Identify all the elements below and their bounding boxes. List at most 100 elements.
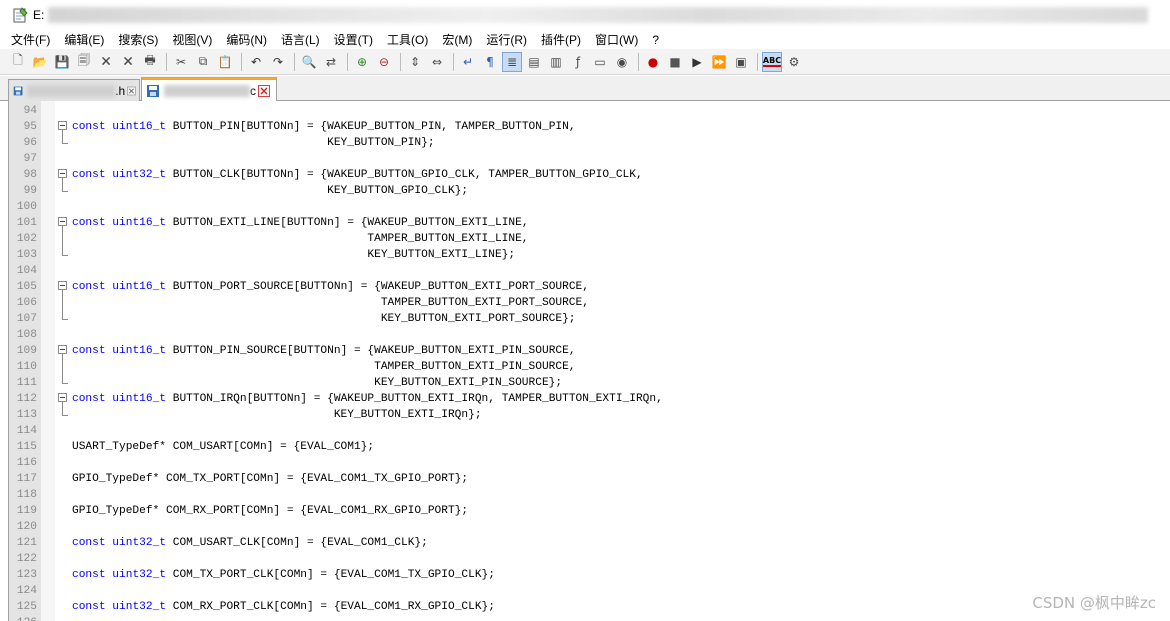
type-token: uint32_t <box>112 537 167 549</box>
code-line: 106 TAMPER_BUTTON_EXTI_PORT_SOURCE, <box>9 295 1170 311</box>
stop-macro-icon: ■ <box>669 54 681 69</box>
code-line: 101 const uint16_t BUTTON_EXTI_LINE[BUTTO… <box>9 215 1170 231</box>
show-all-chars-button[interactable]: ¶ <box>480 52 500 72</box>
plugin-button[interactable]: ⚙ <box>784 52 804 72</box>
menu-item[interactable]: 视图(V) <box>165 31 219 48</box>
folder-workspace-icon: ▭ <box>594 54 606 69</box>
word-wrap-button[interactable]: ↵ <box>458 52 478 72</box>
code-line: 94 <box>9 103 1170 119</box>
keyword-token: const <box>72 345 106 357</box>
open-file-button[interactable]: 📂 <box>30 52 50 72</box>
close-tab-icon[interactable] <box>127 85 136 97</box>
save-macro-button[interactable]: ▣ <box>731 52 751 72</box>
find-button[interactable]: 🔍 <box>299 52 319 72</box>
code-rest: COM_RX_PORT_CLK[COMn] = {EVAL_COM1_RX_GP… <box>166 601 495 613</box>
code-text: KEY_BUTTON_EXTI_PORT_SOURCE}; <box>72 311 576 327</box>
title-bar: E: <box>0 0 1170 31</box>
code-text: const uint16_t BUTTON_IRQn[BUTTONn] = {W… <box>72 391 663 407</box>
code-rest: BUTTON_PORT_SOURCE[BUTTONn] = {WAKEUP_BU… <box>166 281 589 293</box>
menu-item[interactable]: 宏(M) <box>435 31 479 48</box>
word-wrap-icon: ↵ <box>462 54 474 69</box>
redacted-filename <box>164 85 250 98</box>
indent-guide-button[interactable]: ≣ <box>502 51 522 72</box>
stop-macro-button[interactable]: ■ <box>665 52 685 72</box>
menu-item[interactable]: 语言(L) <box>274 31 327 48</box>
record-macro-button[interactable]: ● <box>643 52 663 72</box>
line-number: 118 <box>16 489 37 501</box>
type-token: uint16_t <box>112 217 167 229</box>
keyword-token: const <box>72 281 106 293</box>
menu-item[interactable]: 插件(P) <box>534 31 588 48</box>
line-number: 101 <box>16 217 37 229</box>
watermark: CSDN @枫中眸zc <box>1032 594 1156 612</box>
zoom-out-button[interactable]: ⊖ <box>374 52 394 72</box>
code-line: 124 <box>9 583 1170 599</box>
run-macro-multiple-button[interactable]: ⏩ <box>709 52 729 72</box>
undo-button[interactable]: ↶ <box>246 52 266 72</box>
redo-button[interactable]: ↷ <box>268 52 288 72</box>
close-button[interactable]: 🗙 <box>96 52 116 72</box>
type-token: uint16_t <box>112 121 167 133</box>
code-text: const uint16_t BUTTON_PIN[BUTTONn] = {WA… <box>72 119 576 135</box>
menu-item[interactable]: 文件(F) <box>4 31 57 48</box>
paste-button[interactable]: 📋 <box>215 52 235 72</box>
tab-source-file[interactable]: c <box>141 77 277 101</box>
save-all-button[interactable]: 🗐 <box>74 52 94 72</box>
keyword-token: const <box>72 601 106 613</box>
menu-item[interactable]: 工具(O) <box>380 31 435 48</box>
sync-horizontal-button[interactable]: ⇔ <box>427 52 447 72</box>
code-line: 114 <box>9 423 1170 439</box>
monitoring-button[interactable]: ◉ <box>612 52 632 72</box>
doc-map-button[interactable]: ▥ <box>546 52 566 72</box>
fold-toggle-icon[interactable] <box>58 345 67 354</box>
fold-toggle-icon[interactable] <box>58 217 67 226</box>
fold-line <box>62 359 63 375</box>
line-number: 115 <box>16 441 37 453</box>
play-macro-button[interactable]: ▶ <box>687 52 707 72</box>
code-editor[interactable]: 94 95 const uint16_t BUTTON_PIN[BUTTONn] =… <box>8 101 1170 621</box>
line-number: 105 <box>16 281 37 293</box>
fold-end-marker <box>62 247 68 256</box>
code-line: 99 KEY_BUTTON_GPIO_CLK}; <box>9 183 1170 199</box>
save-button[interactable]: 💾 <box>52 52 72 72</box>
menu-item[interactable]: 设置(T) <box>327 31 380 48</box>
tab-bar: .h c <box>0 76 1170 101</box>
fold-toggle-icon[interactable] <box>58 169 67 178</box>
menu-item[interactable]: ? <box>645 33 666 47</box>
sync-vertical-button[interactable]: ⇕ <box>405 52 425 72</box>
close-icon: 🗙 <box>101 53 111 67</box>
fold-toggle-icon[interactable] <box>58 121 67 130</box>
code-line: 122 <box>9 551 1170 567</box>
spell-check-button[interactable]: ABC <box>762 51 782 72</box>
folder-workspace-button[interactable]: ▭ <box>590 52 610 72</box>
fold-toggle-icon[interactable] <box>58 393 67 402</box>
code-line: 117 GPIO_TypeDef* COM_TX_PORT[COMn] = {EV… <box>9 471 1170 487</box>
code-text: const uint16_t BUTTON_PIN_SOURCE[BUTTONn… <box>72 343 576 359</box>
code-line: 107 KEY_BUTTON_EXTI_PORT_SOURCE}; <box>9 311 1170 327</box>
line-number: 94 <box>23 105 37 117</box>
menu-item[interactable]: 窗口(W) <box>588 31 645 48</box>
user-lang-button[interactable]: ▤ <box>524 52 544 72</box>
copy-button[interactable]: ⧉ <box>193 52 213 72</box>
code-line: 109 const uint16_t BUTTON_PIN_SOURCE[BUTT… <box>9 343 1170 359</box>
print-button[interactable]: 🖶 <box>140 52 160 72</box>
line-number: 121 <box>16 537 37 549</box>
menu-item[interactable]: 运行(R) <box>479 31 534 48</box>
menu-item[interactable]: 编码(N) <box>219 31 274 48</box>
menu-item[interactable]: 搜索(S) <box>111 31 165 48</box>
line-number: 124 <box>16 585 37 597</box>
new-file-button[interactable]: 🗋 <box>8 52 28 72</box>
code-rest: COM_USART_CLK[COMn] = {EVAL_COM1_CLK}; <box>166 537 428 549</box>
code-rest: KEY_BUTTON_EXTI_PORT_SOURCE}; <box>72 313 576 325</box>
menu-item[interactable]: 编辑(E) <box>57 31 111 48</box>
find-icon: 🔍 <box>301 54 317 69</box>
function-list-button[interactable]: ƒ <box>568 52 588 72</box>
cut-button[interactable]: ✂ <box>171 52 191 72</box>
fold-toggle-icon[interactable] <box>58 281 67 290</box>
close-tab-icon[interactable] <box>258 84 270 97</box>
replace-button[interactable]: ⇄ <box>321 52 341 72</box>
close-all-button[interactable]: 🗙 <box>118 52 138 72</box>
tab-header-file[interactable]: .h <box>8 79 140 101</box>
line-number: 107 <box>16 313 37 325</box>
zoom-in-button[interactable]: ⊕ <box>352 52 372 72</box>
